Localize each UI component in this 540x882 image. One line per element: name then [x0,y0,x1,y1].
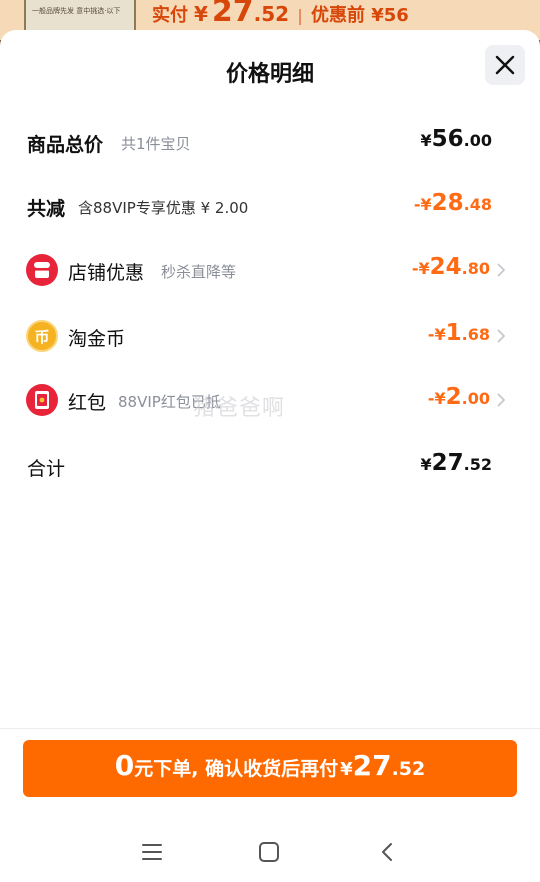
minus-sign: - [413,195,421,214]
vip-discount-note: 含88VIP专享优惠 ¥ 2.00 [78,199,249,217]
amount-decimal: .80 [461,259,490,278]
shop-discount-label: 店铺优惠 [68,262,145,284]
amount-integer: 27 [431,450,464,476]
watermark: 猪爸爸啊 [193,396,286,421]
currency-symbol: ¥ [418,259,430,278]
cta-currency: ¥ [340,759,353,780]
menu-button[interactable] [136,836,168,868]
currency-symbol: ¥ [420,455,432,474]
goods-total-label: 商品总价 [27,134,104,156]
amount-decimal: .48 [463,195,492,214]
sheet-title: 价格明细 [225,62,314,87]
close-button[interactable] [485,45,525,85]
taojinbi-label: 淘金币 [68,328,126,350]
goods-total-amount: ¥ 56 .00 [421,126,493,152]
footer-divider [0,728,540,729]
price-detail-sheet: 价格明细 商品总价 共1件宝贝 ¥ 56 .00 共减 含88VIP专享优惠 ¥… [0,30,540,882]
back-icon [382,843,392,861]
currency-symbol: ¥ [434,389,446,408]
currency-symbol: ¥ [420,131,432,150]
row-shop-discount[interactable]: 店铺优惠 秒杀直降等 - ¥ 24 .80 [0,250,540,290]
cta-text: 元下单, 确认收货后再付 [134,758,339,780]
home-button[interactable] [253,836,285,868]
shop-glyph [34,262,50,278]
shop-discount-amount: - ¥ 24 .80 [412,254,490,280]
row-goods-total: 商品总价 共1件宝贝 ¥ 56 .00 [0,122,540,162]
shop-icon [26,254,58,286]
menu-icon [142,844,162,860]
background-price: 实付 ¥ 27 .52 | 优惠前 ¥56 [152,0,409,29]
system-nav-bar [0,822,540,882]
coin-icon: 币 [26,320,58,352]
place-order-button[interactable]: 0 元下单, 确认收货后再付 ¥ 27 .52 [23,740,517,797]
price-separator: | [297,6,303,25]
home-icon [259,842,279,862]
price-integer: 27 [211,0,254,29]
minus-sign: - [427,389,435,408]
chevron-right-icon [497,393,506,407]
cta-amount-decimal: .52 [391,758,426,780]
row-total-discount: 共减 含88VIP专享优惠 ¥ 2.00 - ¥ 28 .48 [0,186,540,226]
thumbnail-text: 一般品牌先发 意中挑选·以下 [32,7,121,15]
grand-total-amount: ¥ 27 .52 [421,450,493,476]
taojinbi-amount: - ¥ 1 .68 [428,320,490,346]
row-taojinbi[interactable]: 币 淘金币 - ¥ 1 .68 [0,316,540,356]
coin-glyph: 币 [34,327,50,346]
amount-integer: 1 [445,320,462,346]
amount-integer: 28 [431,190,464,216]
red-envelope-amount: - ¥ 2 .00 [428,384,490,410]
cta-zero: 0 [114,749,135,782]
chevron-right-icon [497,329,506,343]
amount-decimal: .00 [463,131,492,150]
close-icon [495,55,515,75]
amount-integer: 24 [429,254,462,280]
currency-symbol: ¥ [420,195,432,214]
currency-symbol: ¥ [194,2,208,26]
amount-decimal: .52 [463,455,492,474]
chevron-right-icon [497,263,506,277]
grand-total-label: 合计 [27,458,66,480]
total-discount-amount: - ¥ 28 .48 [414,190,492,216]
amount-decimal: .00 [461,389,490,408]
minus-sign: - [411,259,419,278]
actual-pay-label: 实付 [152,5,188,26]
goods-count: 共1件宝贝 [121,135,191,153]
red-envelope-label: 红包 [68,392,107,414]
amount-integer: 56 [431,126,464,152]
shop-discount-note: 秒杀直降等 [161,263,237,281]
envelope-glyph [35,391,49,409]
cta-amount-integer: 27 [352,749,392,782]
minus-sign: - [427,325,435,344]
back-button[interactable] [371,836,403,868]
amount-decimal: .68 [461,325,490,344]
product-thumbnail: 一般品牌先发 意中挑选·以下 [24,0,136,34]
total-discount-label: 共减 [27,198,66,220]
row-grand-total: 合计 ¥ 27 .52 [0,446,540,486]
price-before-discount: 优惠前 ¥56 [310,5,409,26]
price-decimal: .52 [253,2,290,26]
red-envelope-icon [26,384,58,416]
amount-integer: 2 [445,384,462,410]
currency-symbol: ¥ [434,325,446,344]
